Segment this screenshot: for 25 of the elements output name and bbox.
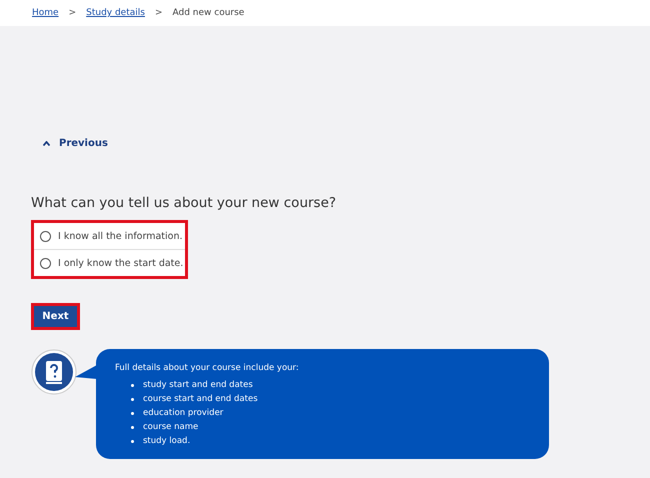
help-list-item: education provider — [143, 408, 224, 418]
breadcrumb-separator: > — [68, 8, 76, 18]
breadcrumb-current: Add new course — [172, 8, 244, 18]
breadcrumb-link[interactable]: Study details — [86, 8, 145, 18]
bullet-icon — [131, 440, 134, 442]
help-list-item: study load. — [143, 436, 190, 446]
help-list-item: course name — [143, 422, 198, 432]
breadcrumb-separator: > — [154, 8, 163, 18]
help-list-item: study start and end dates — [143, 380, 253, 390]
breadcrumb-link[interactable]: Home — [32, 8, 59, 18]
next-button[interactable]: Next — [31, 303, 80, 330]
help-list-item: course start and end dates — [143, 394, 258, 404]
option-label[interactable]: I know all the information. — [58, 230, 183, 242]
help-book-icon — [31, 349, 77, 395]
question-heading: What can you tell us about your new course? — [31, 195, 338, 211]
bullet-icon — [131, 412, 134, 414]
chevron-up-icon — [43, 141, 50, 146]
bullet-icon — [131, 398, 134, 400]
help-intro: Full details about your course include your: — [115, 363, 300, 373]
radio-button[interactable] — [40, 230, 51, 242]
option-label[interactable]: I only know the start date. — [58, 258, 184, 268]
radio-button[interactable] — [40, 258, 51, 268]
previous-link[interactable]: Previous — [43, 138, 108, 149]
bullet-icon — [131, 384, 134, 386]
bullet-icon — [131, 426, 134, 428]
